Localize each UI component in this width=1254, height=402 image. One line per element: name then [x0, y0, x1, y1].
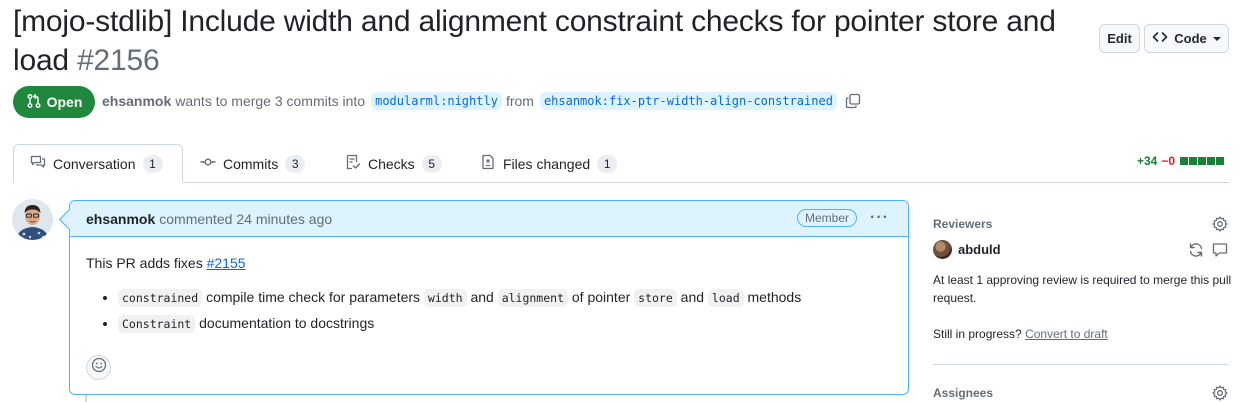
copy-icon[interactable] [845, 93, 861, 109]
comment-body: This PR adds fixes #2155 constrained com… [70, 237, 908, 337]
list-item: Constraint documentation to docstrings [118, 311, 892, 337]
tab-conversation-count: 1 [142, 154, 163, 173]
tab-checks[interactable]: Checks 5 [329, 144, 458, 183]
reviewers-heading[interactable]: Reviewers [933, 217, 992, 231]
inline-code: Constraint [118, 315, 196, 333]
code-icon [1152, 29, 1168, 48]
reviewer-avatar [933, 240, 952, 259]
git-pull-request-icon [26, 93, 42, 112]
list-text: of pointer [571, 289, 631, 305]
member-badge: Member [797, 209, 858, 227]
tab-conversation-label: Conversation [53, 155, 136, 172]
inline-code: load [707, 289, 744, 307]
tab-commits-count: 3 [285, 154, 306, 173]
git-commit-icon [200, 154, 216, 173]
assignees-heading[interactable]: Assignees [933, 386, 993, 400]
pr-number: #2156 [77, 44, 160, 77]
merge-text: wants to merge 3 commits into [175, 93, 366, 109]
reviewer-name[interactable]: abduld [958, 242, 1001, 257]
list-text: documentation to docstrings [199, 315, 375, 331]
tab-commits[interactable]: Commits 3 [184, 144, 321, 183]
comment-action: commented [159, 210, 233, 227]
comment-box: ehsanmok commented 24 minutes ago Member… [69, 200, 909, 395]
base-branch[interactable]: modularml:nightly [371, 92, 502, 110]
pr-state-badge: Open [13, 86, 95, 118]
diffstat-additions: +34 [1137, 154, 1158, 168]
head-branch[interactable]: ehsanmok:fix-ptr-width-align-constrained [539, 92, 837, 110]
edit-button-label: Edit [1107, 31, 1132, 46]
code-button[interactable]: Code [1144, 24, 1229, 53]
file-diff-icon [480, 154, 496, 173]
list-text: and [470, 289, 494, 305]
pr-author-link[interactable]: ehsanmok [102, 93, 171, 109]
tab-conversation[interactable]: Conversation 1 [13, 144, 183, 183]
code-button-label: Code [1174, 31, 1207, 46]
comment-icon[interactable] [1212, 242, 1228, 263]
pr-title-text: [mojo-stdlib] Include width and alignmen… [13, 5, 1056, 77]
list-text: compile time check for parameters [206, 289, 421, 305]
tab-checks-label: Checks [368, 155, 415, 172]
list-item: constrained compile time check for param… [118, 285, 892, 311]
review-requirement-note: At least 1 approving review is required … [933, 273, 1232, 305]
pr-title: [mojo-stdlib] Include width and alignmen… [13, 2, 1083, 80]
diffstat-bar [1179, 154, 1225, 168]
draft-prefix: Still in progress? [933, 327, 1022, 341]
kebab-horizontal-icon[interactable]: ··· [870, 209, 889, 227]
comment-intro-paragraph: This PR adds fixes #2155 [86, 255, 892, 271]
diffstat: +34 −0 [1137, 154, 1225, 168]
avatar[interactable] [12, 199, 53, 240]
tab-files-changed[interactable]: Files changed 1 [464, 144, 633, 183]
edit-button[interactable]: Edit [1099, 24, 1140, 53]
comment-discussion-icon [30, 154, 46, 173]
sidebar-divider [933, 364, 1229, 365]
inline-code: width [423, 289, 467, 307]
comment-intro-text: This PR adds fixes [86, 255, 203, 271]
checklist-icon [345, 154, 361, 173]
inline-code: store [634, 289, 677, 307]
list-text: and [680, 289, 705, 305]
reviewer-actions [1188, 242, 1228, 263]
inline-code: constrained [118, 289, 203, 307]
tab-checks-count: 5 [421, 154, 442, 173]
smiley-icon [91, 357, 107, 378]
issue-link[interactable]: #2155 [207, 255, 246, 271]
reviewer-item[interactable]: abduld [933, 240, 1001, 259]
tab-files-changed-count: 1 [597, 154, 618, 173]
comment-header: ehsanmok commented 24 minutes ago Member… [70, 201, 908, 237]
comment-timestamp[interactable]: 24 minutes ago [236, 211, 332, 227]
comment-author[interactable]: ehsanmok [86, 211, 155, 227]
from-text: from [505, 93, 534, 109]
gear-icon[interactable] [1212, 216, 1228, 237]
add-reaction-button[interactable] [86, 355, 111, 380]
inline-code: alignment [497, 289, 568, 307]
sync-icon[interactable] [1188, 242, 1204, 263]
comment-bullet-list: constrained compile time check for param… [86, 285, 892, 337]
gear-icon[interactable] [1212, 385, 1228, 402]
chevron-down-icon [1212, 36, 1221, 41]
diffstat-deletions: −0 [1161, 154, 1176, 168]
tab-commits-label: Commits [223, 155, 279, 172]
pr-merge-info: ehsanmok wants to merge 3 commits into m… [102, 92, 861, 110]
pr-state-label: Open [46, 94, 83, 110]
list-text: methods [747, 289, 802, 305]
draft-note: Still in progress? Convert to draft [933, 325, 1233, 343]
tab-files-changed-label: Files changed [503, 155, 591, 172]
timeline-line [85, 395, 87, 402]
convert-to-draft-link[interactable]: Convert to draft [1025, 327, 1108, 341]
